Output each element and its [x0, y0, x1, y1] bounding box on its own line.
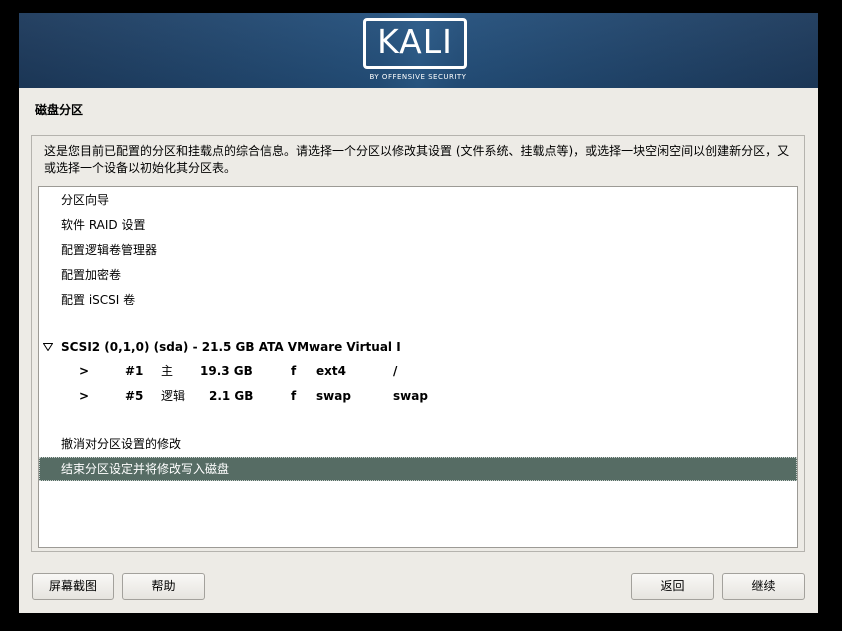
installer-window: KALI BY OFFENSIVE SECURITY 磁盘分区 这是您目前已配置… [19, 13, 818, 613]
partition-list[interactable]: 分区向导 软件 RAID 设置 配置逻辑卷管理器 配置加密卷 配置 iSCSI … [38, 186, 798, 548]
disk-row-sda[interactable]: SCSI2 (0,1,0) (sda) - 21.5 GB ATA VMware… [39, 335, 797, 359]
menu-item-iscsi[interactable]: 配置 iSCSI 卷 [39, 288, 797, 312]
partition-arrow: > [79, 389, 90, 403]
disk-label: SCSI2 (0,1,0) (sda) - 21.5 GB ATA VMware… [61, 340, 401, 354]
partition-panel: 这是您目前已配置的分区和挂载点的综合信息。请选择一个分区以修改其设置 (文件系统… [31, 135, 805, 552]
menu-item-label: 软件 RAID 设置 [61, 218, 146, 232]
menu-item-label: 分区向导 [61, 193, 110, 207]
back-button[interactable]: 返回 [631, 573, 714, 600]
partition-size: 19.3 GB [200, 364, 253, 378]
partition-mount: swap [393, 389, 428, 403]
partition-number: #5 [125, 389, 144, 403]
logo-subtext: BY OFFENSIVE SECURITY [369, 73, 467, 81]
menu-item-encrypted-volumes[interactable]: 配置加密卷 [39, 263, 797, 287]
action-label: 结束分区设定并将修改写入磁盘 [61, 462, 230, 476]
partition-flag: f [291, 389, 297, 403]
partition-type: 逻辑 [161, 389, 186, 403]
partition-number: #1 [125, 364, 144, 378]
expand-triangle-icon[interactable] [43, 343, 53, 351]
menu-item-partition-wizard[interactable]: 分区向导 [39, 188, 797, 212]
description-text: 这是您目前已配置的分区和挂载点的综合信息。请选择一个分区以修改其设置 (文件系统… [44, 144, 790, 175]
kali-banner: KALI BY OFFENSIVE SECURITY [19, 13, 818, 88]
partition-fs: ext4 [316, 364, 346, 378]
action-finish-partitioning[interactable]: 结束分区设定并将修改写入磁盘 [39, 457, 797, 481]
menu-item-label: 配置 iSCSI 卷 [61, 293, 136, 307]
help-button[interactable]: 帮助 [122, 573, 205, 600]
partition-size: 2.1 GB [209, 389, 254, 403]
menu-item-lvm[interactable]: 配置逻辑卷管理器 [39, 238, 797, 262]
partition-row[interactable]: > #5 逻辑 2.1 GB f swap swap [39, 384, 797, 408]
partition-row[interactable]: > #1 主 19.3 GB f ext4 / [39, 359, 797, 383]
partition-arrow: > [79, 364, 90, 378]
action-label: 撤消对分区设置的修改 [61, 437, 182, 451]
action-undo-changes[interactable]: 撤消对分区设置的修改 [39, 432, 797, 456]
partition-mount: / [393, 364, 398, 378]
continue-button[interactable]: 继续 [722, 573, 805, 600]
partition-type: 主 [161, 364, 174, 378]
partition-fs: swap [316, 389, 351, 403]
menu-item-label: 配置加密卷 [61, 268, 122, 282]
logo-text: KALI [377, 22, 453, 61]
screenshot-button[interactable]: 屏幕截图 [32, 573, 114, 600]
page-title: 磁盘分区 [35, 103, 84, 117]
menu-item-label: 配置逻辑卷管理器 [61, 243, 158, 257]
menu-item-software-raid[interactable]: 软件 RAID 设置 [39, 213, 797, 237]
partition-flag: f [291, 364, 297, 378]
kali-logo: KALI BY OFFENSIVE SECURITY [362, 18, 474, 85]
